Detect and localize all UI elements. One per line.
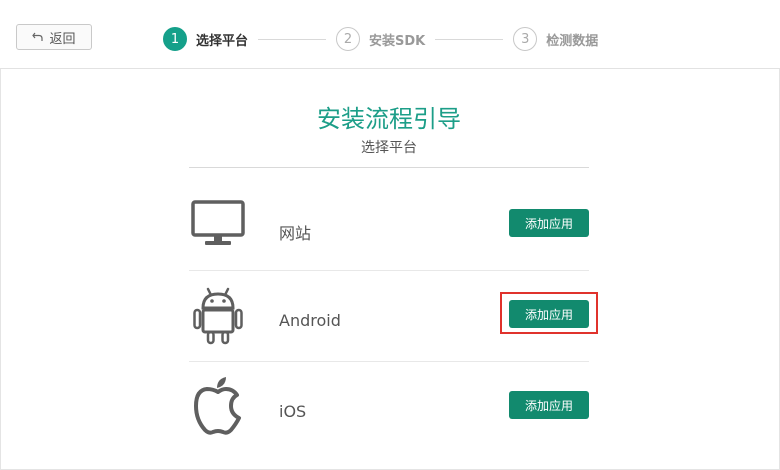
step-install-sdk: 2 安装SDK bbox=[336, 27, 425, 51]
platform-label: iOS bbox=[279, 402, 307, 421]
step-number: 1 bbox=[163, 27, 187, 51]
step-connector bbox=[258, 38, 327, 40]
add-app-button-ios[interactable]: 添加应用 bbox=[509, 391, 589, 419]
step-label: 检测数据 bbox=[546, 33, 599, 49]
platform-row-ios: iOS 添加应用 bbox=[189, 361, 589, 452]
step-select-platform: 1 选择平台 bbox=[163, 27, 248, 51]
page-subtitle: 选择平台 bbox=[361, 140, 417, 156]
title-divider bbox=[189, 167, 589, 168]
step-label: 安装SDK bbox=[369, 33, 426, 49]
add-app-button-website[interactable]: 添加应用 bbox=[509, 209, 589, 237]
step-check-data: 3 检测数据 bbox=[513, 27, 598, 51]
android-icon bbox=[193, 287, 243, 345]
platform-row-website: 网站 添加应用 bbox=[189, 179, 589, 271]
back-button[interactable]: 返回 bbox=[16, 24, 92, 50]
platform-label: 网站 bbox=[279, 224, 312, 243]
back-arrow-icon bbox=[32, 32, 44, 41]
step-label: 选择平台 bbox=[196, 33, 249, 49]
step-number: 2 bbox=[336, 27, 361, 51]
apple-icon bbox=[194, 377, 241, 435]
page-title: 安装流程引导 bbox=[317, 105, 461, 133]
step-connector bbox=[435, 38, 504, 40]
platform-label: Android bbox=[279, 311, 341, 330]
highlight-annotation bbox=[500, 292, 598, 334]
step-number: 3 bbox=[513, 27, 538, 51]
monitor-icon bbox=[191, 200, 245, 245]
step-progress: 1 选择平台 2 安装SDK 3 检测数据 bbox=[163, 25, 598, 53]
back-button-label: 返回 bbox=[49, 31, 76, 47]
top-bar: 返回 1 选择平台 2 安装SDK 3 检测数据 bbox=[0, 0, 780, 69]
